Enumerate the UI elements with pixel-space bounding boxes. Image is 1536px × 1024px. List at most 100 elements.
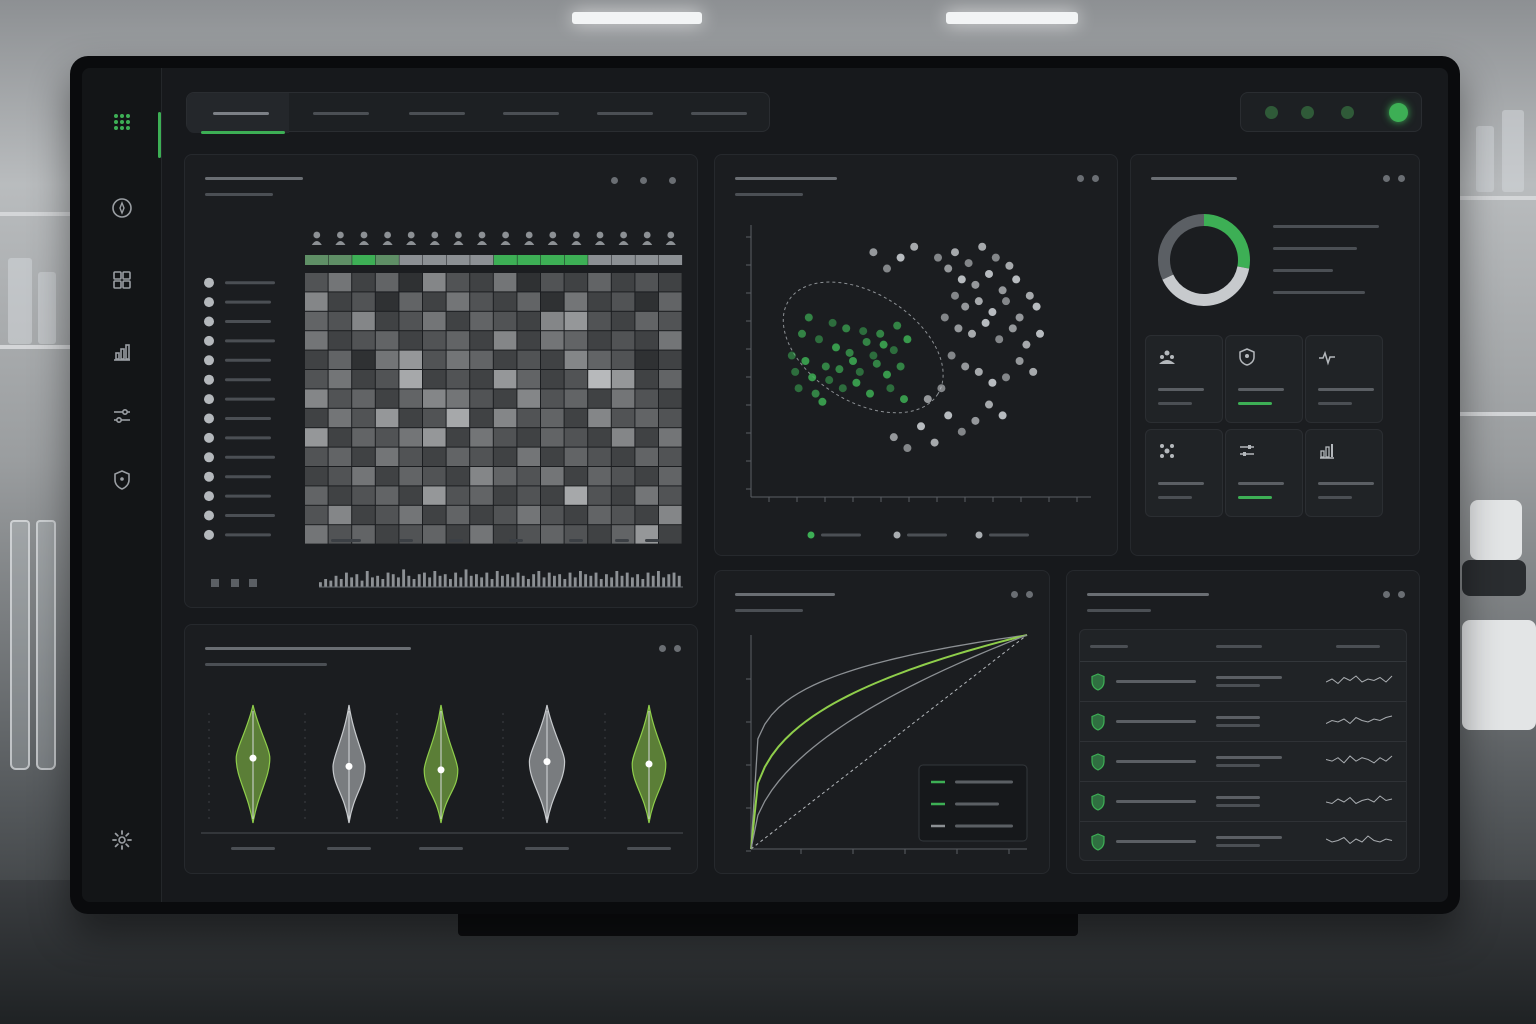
legend-label-placeholder [821,533,861,537]
heatmap-cell [517,389,540,408]
bottle [8,258,32,344]
heatmap-cell [611,486,635,505]
group-bar-segment [635,255,659,265]
group-bar-segment [305,255,329,265]
row-name-placeholder [1116,800,1196,803]
histogram-bar [594,572,598,587]
heatmap-cell [517,486,540,505]
table-card [1066,570,1420,874]
histogram-bar [651,575,655,587]
tab-4[interactable] [487,93,579,133]
row-name-placeholder [1116,720,1196,723]
table-row[interactable] [1080,782,1406,822]
heatmap-cell [446,311,470,331]
row-label-placeholder [225,378,271,382]
heatmap-cell [399,447,422,466]
scatter-point [1022,340,1031,349]
sidebar-item-filters[interactable] [108,402,136,430]
heatmap-cell [517,467,540,486]
heatmap-cell [470,273,493,292]
tab-2[interactable] [297,93,389,133]
row-label-placeholder [225,533,271,537]
heatmap-cell [352,273,375,292]
violin-chart [201,704,683,850]
heatmap-cell [352,408,375,428]
card-title-placeholder [1151,177,1237,180]
tab-5[interactable] [581,93,673,133]
scatter-point [974,297,983,306]
heatmap-cell [588,292,611,311]
heatmap-cell [328,311,352,331]
metric-tile[interactable] [1225,335,1303,423]
metric-tile[interactable] [1145,335,1223,423]
tile-label-placeholder [1238,496,1272,499]
heatmap-cell [352,311,375,331]
histogram-bar [553,575,556,587]
status-dot[interactable] [1265,106,1278,119]
person-icon [382,241,393,245]
card-menu-button[interactable] [1383,175,1405,182]
tab-overview[interactable] [187,93,289,134]
heatmap-cell [446,331,470,350]
table-row[interactable] [1080,742,1406,782]
metric-tile[interactable] [1305,429,1383,517]
histogram-bar [589,575,593,587]
histogram-bar [573,577,577,587]
heatmap-cell [328,408,352,428]
tab-label-placeholder [503,112,559,115]
row-label-placeholder [225,514,275,517]
scatter-point [944,264,953,273]
card-subtitle-placeholder [1087,609,1151,612]
heatmap-cell [635,408,658,428]
metric-tile[interactable] [1145,429,1223,517]
shield-icon [1091,793,1105,811]
tile-value-placeholder [1318,388,1374,391]
histogram-bar [386,572,390,587]
sidebar-item-dashboard[interactable] [108,266,136,294]
metric-tile[interactable] [1225,429,1303,517]
sidebar-item-apps[interactable] [108,108,136,136]
histogram-bar [511,577,515,587]
heatmap-cell [493,292,517,311]
table-row[interactable] [1080,702,1406,742]
sidebar-item-settings[interactable] [108,826,136,854]
filter-icon [1240,445,1254,456]
row-bullet [204,529,214,540]
heatmap-cell [352,331,375,350]
histogram-bar [475,574,478,587]
sidebar-item-security[interactable] [108,466,136,494]
heatmap-cell [564,273,588,292]
sliders-icon [114,409,130,424]
status-dot-active[interactable] [1389,103,1408,122]
heatmap-cell [541,467,564,486]
sidebar-item-explore[interactable] [108,194,136,222]
histogram-bar [464,569,468,587]
heatmap-cell [659,331,682,350]
card-menu-button[interactable] [1383,591,1405,598]
status-dot[interactable] [1301,106,1314,119]
shield-icon [1239,348,1255,366]
scatter-point [818,397,827,406]
table-row[interactable] [1080,822,1406,862]
shield-icon [1091,753,1105,771]
person-icon [359,241,369,245]
histogram-bar [672,572,676,587]
scatter-point [889,433,898,442]
tab-3[interactable] [393,93,485,133]
person-icon [596,231,604,239]
histogram-bar [391,574,395,587]
table-row[interactable] [1080,662,1406,702]
status-dot[interactable] [1341,106,1354,119]
histogram-bar [646,572,650,587]
heatmap-cell [470,408,493,428]
sidebar-item-analytics[interactable] [108,338,136,366]
scatter-point [903,335,912,344]
heatmap-cell [564,311,588,331]
tab-6[interactable] [675,93,767,133]
metric-tile[interactable] [1305,335,1383,423]
heatmap-cell [352,370,375,389]
histogram-bar [339,579,343,587]
scatter-point [998,286,1007,295]
histogram-bar [334,575,338,587]
heatmap-cell [493,505,517,525]
